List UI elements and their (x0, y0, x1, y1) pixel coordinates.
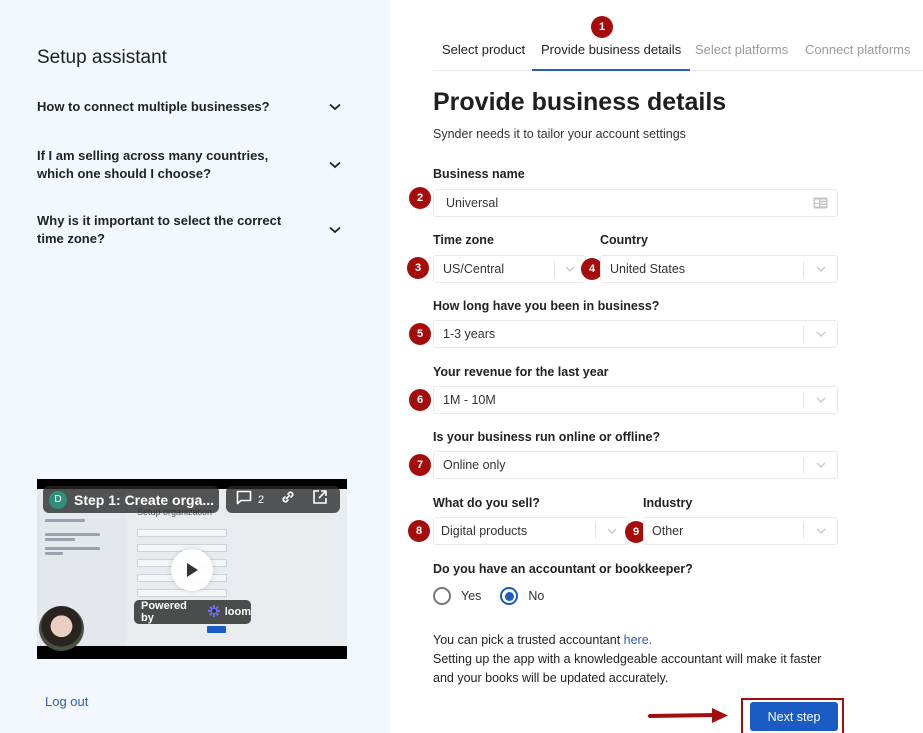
tab-connect-platforms: Connect platforms (805, 42, 911, 57)
powered-by-text: Powered by (141, 600, 187, 624)
industry-select[interactable]: Other (643, 517, 838, 545)
chevron-down-icon (328, 158, 342, 172)
revenue-select[interactable]: 1M - 10M (433, 386, 838, 414)
radio-yes[interactable] (433, 587, 451, 605)
annotation-badge: 2 (409, 187, 431, 209)
country-value: United States (610, 262, 686, 276)
link-icon[interactable] (280, 489, 296, 510)
annotation-badge: 1 (591, 16, 613, 38)
faq-question: How to connect multiple businesses? (37, 99, 270, 114)
external-link-icon[interactable] (312, 489, 328, 510)
country-label: Country (600, 233, 648, 247)
business-name-value: Universal (446, 196, 499, 210)
chevron-down-icon (328, 100, 342, 114)
accountant-label: Do you have an accountant or bookkeeper? (433, 562, 693, 576)
chevron-down-icon (804, 528, 837, 534)
next-step-button[interactable]: Next step (750, 702, 838, 731)
what-sell-select[interactable]: Digital products (433, 517, 629, 545)
online-offline-label: Is your business run online or offline? (433, 430, 661, 444)
faq-question: Why is it important to select the correc… (37, 213, 282, 246)
annotation-arrow-icon (648, 708, 728, 723)
chevron-down-icon (804, 266, 837, 272)
faq-item[interactable]: Why is it important to select the correc… (37, 212, 342, 248)
info-line-1: You can pick a trusted accountant (433, 633, 624, 647)
business-name-input[interactable]: Universal (433, 189, 838, 217)
radio-no[interactable] (500, 587, 519, 605)
chevron-down-icon (328, 223, 342, 237)
annotation-badge: 3 (407, 257, 429, 279)
chevron-down-icon (804, 462, 837, 468)
chevron-down-icon (804, 331, 837, 337)
video-actions: 2 (226, 486, 340, 513)
setup-steps-tabs: Select product Provide business details … (433, 40, 923, 71)
accountant-link[interactable]: here. (624, 633, 653, 647)
business-age-label: How long have you been in business? (433, 299, 660, 313)
author-avatar: D (49, 490, 67, 509)
industry-label: Industry (643, 496, 693, 510)
business-age-value: 1-3 years (443, 327, 496, 341)
loom-brand: loom (224, 606, 251, 618)
info-line-2: Setting up the app with a knowledgeable … (433, 652, 822, 685)
radio-yes-label: Yes (461, 589, 482, 603)
tab-select-product[interactable]: Select product (442, 40, 525, 71)
revenue-label: Your revenue for the last year (433, 365, 609, 379)
tab-provide-business-details[interactable]: Provide business details (532, 40, 691, 71)
contact-card-icon (803, 197, 837, 209)
play-button[interactable] (171, 549, 213, 591)
page-subtitle: Synder needs it to tailor your account s… (433, 127, 686, 141)
annotation-badge: 8 (408, 520, 430, 542)
annotation-badge: 7 (409, 454, 431, 476)
chevron-down-icon (596, 528, 628, 534)
faq-item[interactable]: How to connect multiple businesses? (37, 98, 342, 116)
faq-question: If I am selling across many countries, w… (37, 148, 269, 181)
chevron-down-icon (804, 397, 837, 403)
business-age-select[interactable]: 1-3 years (433, 320, 838, 348)
country-select[interactable]: United States (600, 255, 838, 283)
loom-logo-icon (207, 604, 220, 620)
online-offline-select[interactable]: Online only (433, 451, 838, 479)
video-title-bar: D Step 1: Create orga... (43, 486, 219, 513)
page-title: Provide business details (433, 88, 727, 116)
radio-no-label: No (528, 589, 545, 603)
what-sell-value: Digital products (441, 524, 528, 538)
time-zone-value: US/Central (443, 262, 505, 276)
industry-value: Other (652, 524, 684, 538)
revenue-value: 1M - 10M (443, 393, 496, 407)
presenter-avatar (39, 606, 84, 651)
faq-item[interactable]: If I am selling across many countries, w… (37, 147, 342, 183)
annotation-badge: 6 (409, 389, 431, 411)
setup-assistant-sidebar: Setup assistant How to connect multiple … (0, 0, 390, 733)
comment-count: 2 (258, 493, 265, 506)
sidebar-title: Setup assistant (37, 47, 167, 68)
logout-link[interactable]: Log out (45, 694, 88, 709)
app-root: Setup assistant How to connect multiple … (0, 0, 923, 733)
time-zone-label: Time zone (433, 233, 494, 247)
time-zone-select[interactable]: US/Central (433, 255, 586, 283)
online-offline-value: Online only (443, 458, 506, 472)
accountant-info: You can pick a trusted accountant here. … (433, 631, 843, 688)
video-title: Step 1: Create orga... (74, 491, 215, 508)
tutorial-video[interactable]: Setup organization D Step 1: Create orga… (37, 479, 347, 659)
accountant-radio-group: Yes No (433, 587, 563, 605)
tab-select-platforms: Select platforms (695, 42, 789, 57)
business-name-label: Business name (433, 167, 525, 181)
annotation-badge: 5 (409, 323, 431, 345)
comment-icon[interactable] (236, 490, 252, 510)
what-sell-label: What do you sell? (433, 496, 540, 510)
powered-by-loom[interactable]: Powered by loom (134, 600, 251, 624)
